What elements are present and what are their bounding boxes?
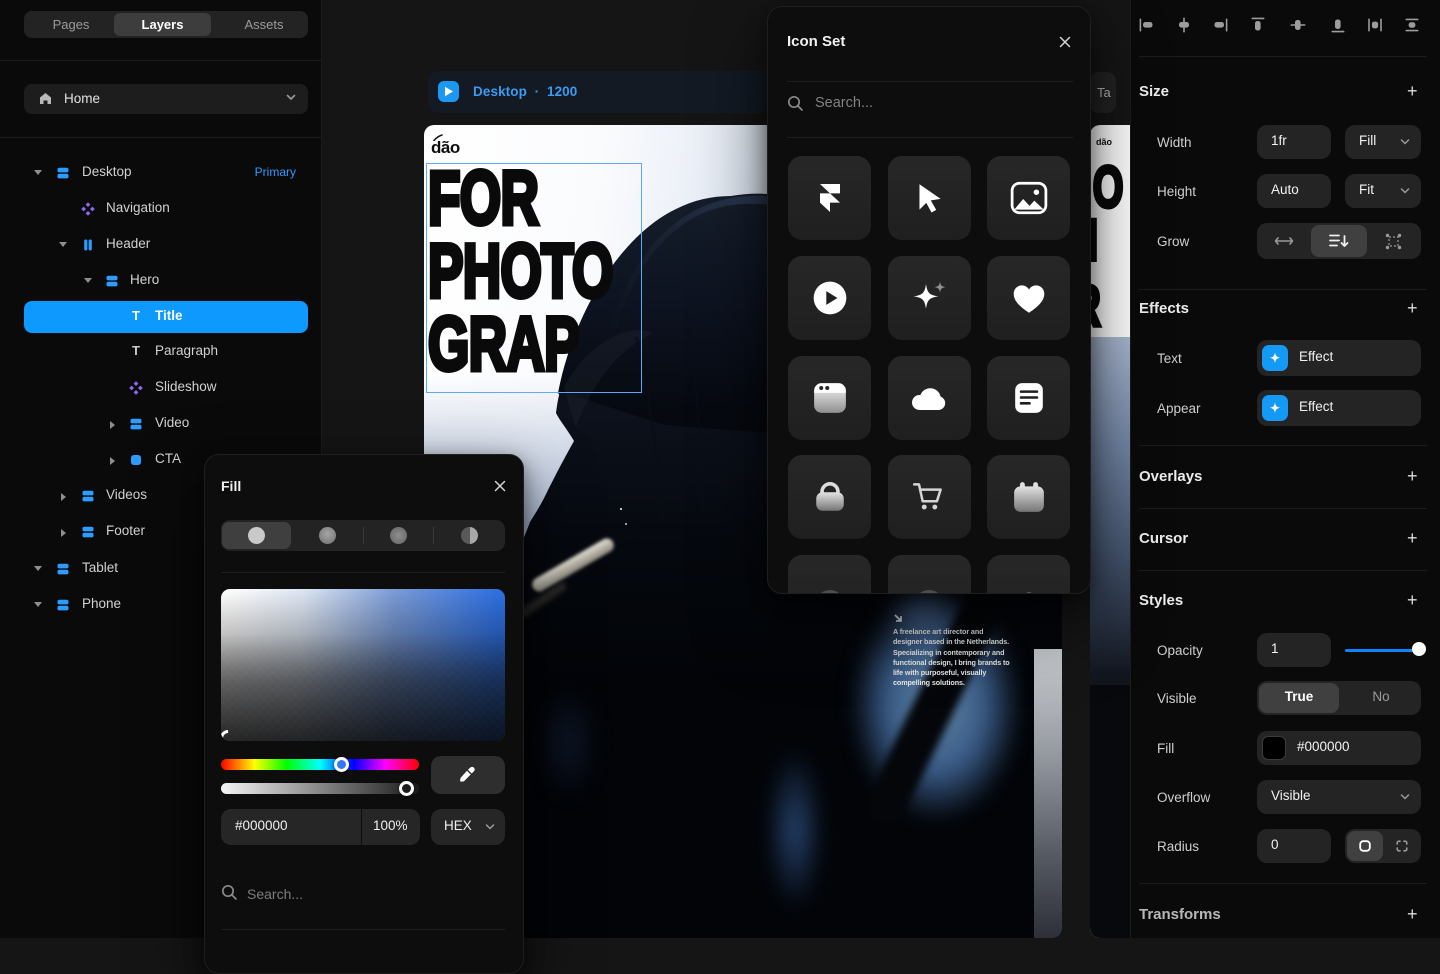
svg-text:H: H <box>1090 207 1098 272</box>
svg-text:R: R <box>1090 273 1101 337</box>
